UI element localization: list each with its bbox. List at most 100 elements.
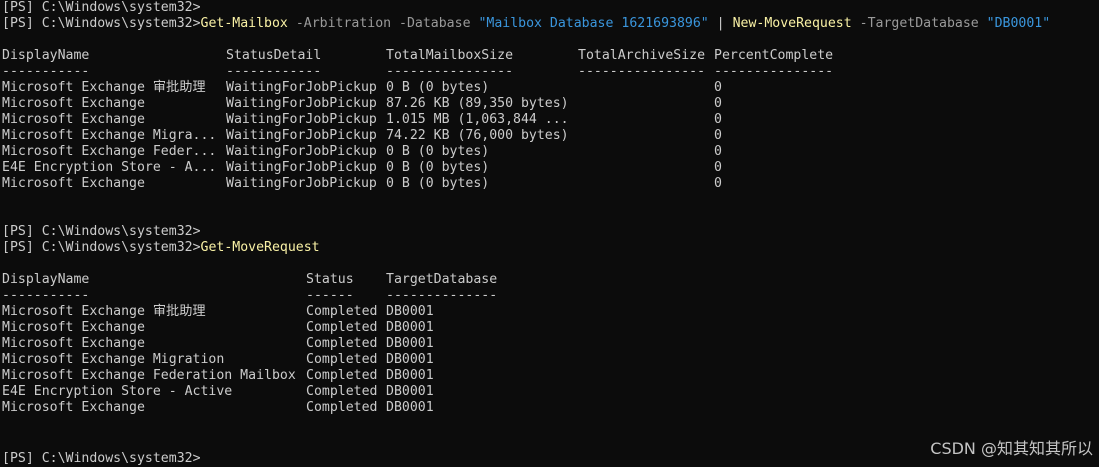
cell-percent-complete: 0 <box>714 112 722 127</box>
prompt-path: C:\Windows\system32> <box>41 16 201 31</box>
cell-display-name: Microsoft Exchange <box>2 176 145 191</box>
ps-tag: [PS] <box>2 224 34 239</box>
cell-status-detail: WaitingForJobPickup <box>226 176 377 191</box>
cell-mailbox-size: 1.015 MB (1,063,844 ... <box>386 112 569 127</box>
cell-display-name: Microsoft Exchange <box>2 400 145 415</box>
table-separator-row: ----------- ------------ ---------------… <box>2 64 854 80</box>
param-targetdatabase: -TargetDatabase <box>859 16 979 31</box>
cell-status: Completed <box>306 304 378 319</box>
column-header: TargetDatabase <box>386 272 498 287</box>
cmdlet-get-moverequest: Get-MoveRequest <box>200 240 320 255</box>
cell-archive-size <box>578 112 714 128</box>
cell-display-name: Microsoft Exchange Migration <box>2 352 225 367</box>
prompt-line: [PS] C:\Windows\system32> <box>2 0 1099 16</box>
arg-target-database: "DB0001" <box>986 16 1051 31</box>
cell-target-database: DB0001 <box>386 336 434 351</box>
command-line-move-request: [PS] C:\Windows\system32>Get-Mailbox -Ar… <box>2 16 1099 32</box>
cell-percent-complete: 0 <box>714 128 722 143</box>
table-row: Microsoft Exchange 审批助理 WaitingForJobPic… <box>2 80 854 96</box>
table-row: Microsoft Exchange 审批助理 Completed DB0001 <box>2 304 526 320</box>
cell-status: Completed <box>306 368 378 383</box>
column-header: TotalMailboxSize <box>386 48 514 63</box>
cell-display-name: Microsoft Exchange 审批助理 <box>2 80 206 95</box>
column-separator: --------------- <box>714 64 834 79</box>
column-separator: ----------- <box>2 64 90 79</box>
command-line-get-moverequest: [PS] C:\Windows\system32>Get-MoveRequest <box>2 240 1099 256</box>
column-separator: -------------- <box>386 288 498 303</box>
cell-display-name: Microsoft Exchange <box>2 336 145 351</box>
cell-target-database: DB0001 <box>386 400 434 415</box>
ps-tag: [PS] <box>2 240 34 255</box>
cell-mailbox-size: 87.26 KB (89,350 bytes) <box>386 96 569 111</box>
table-row: Microsoft Exchange Completed DB0001 <box>2 400 526 416</box>
cell-display-name: Microsoft Exchange Federation Mailbox <box>2 368 296 383</box>
cell-target-database: DB0001 <box>386 304 434 319</box>
column-header: PercentComplete <box>714 48 834 63</box>
param-arbitration: -Arbitration <box>295 16 392 31</box>
cell-display-name: Microsoft Exchange <box>2 112 145 127</box>
ps-tag: [PS] <box>2 0 34 15</box>
cell-status-detail: WaitingForJobPickup <box>226 80 377 95</box>
move-request-output-table: DisplayName StatusDetail TotalMailboxSiz… <box>2 48 854 192</box>
watermark: CSDN @知其知其所以 <box>930 439 1093 458</box>
arg-database-name: "Mailbox Database 1621693896" <box>478 16 709 31</box>
table-header-row: DisplayName StatusDetail TotalMailboxSiz… <box>2 48 854 64</box>
cell-archive-size <box>578 160 714 176</box>
cell-mailbox-size: 0 B (0 bytes) <box>386 144 490 159</box>
move-request-status-table: DisplayName Status TargetDatabase ------… <box>2 272 526 416</box>
prompt-path: C:\Windows\system32> <box>41 240 201 255</box>
cell-mailbox-size: 0 B (0 bytes) <box>386 80 490 95</box>
cell-status: Completed <box>306 336 378 351</box>
cell-display-name: Microsoft Exchange 审批助理 <box>2 304 206 319</box>
cell-display-name: E4E Encryption Store - A... <box>2 160 217 175</box>
cmdlet-new-moverequest: New-MoveRequest <box>732 16 852 31</box>
cell-display-name: Microsoft Exchange Feder... <box>2 144 217 159</box>
column-separator: ------ <box>306 288 354 303</box>
text-cursor <box>201 448 209 462</box>
cell-status-detail: WaitingForJobPickup <box>226 112 377 127</box>
terminal-window[interactable]: [PS] C:\Windows\system32> [PS] C:\Window… <box>2 0 1099 467</box>
cell-status-detail: WaitingForJobPickup <box>226 128 377 143</box>
cell-percent-complete: 0 <box>714 144 722 159</box>
prompt-path: C:\Windows\system32> <box>41 451 201 466</box>
table-header-row: DisplayName Status TargetDatabase <box>2 272 526 288</box>
cmdlet-get-mailbox: Get-Mailbox <box>200 16 288 31</box>
cell-status: Completed <box>306 320 378 335</box>
cell-display-name: Microsoft Exchange <box>2 96 145 111</box>
cell-percent-complete: 0 <box>714 176 722 191</box>
table-row: Microsoft Exchange WaitingForJobPickup 8… <box>2 96 854 112</box>
pipe-operator: | <box>716 16 725 31</box>
column-header: StatusDetail <box>226 48 322 63</box>
cell-status-detail: WaitingForJobPickup <box>226 160 377 175</box>
cell-archive-size <box>578 96 714 112</box>
cell-target-database: DB0001 <box>386 352 434 367</box>
cell-percent-complete: 0 <box>714 96 722 111</box>
table-row: E4E Encryption Store - Active Completed … <box>2 384 526 400</box>
column-header: DisplayName <box>2 272 90 287</box>
table-row: Microsoft Exchange Feder... WaitingForJo… <box>2 144 854 160</box>
column-header: DisplayName <box>2 48 90 63</box>
ps-tag: [PS] <box>2 16 34 31</box>
cell-mailbox-size: 74.22 KB (76,000 bytes) <box>386 128 569 143</box>
table-separator-row: ----------- ------ -------------- <box>2 288 526 304</box>
column-separator: ------------ <box>226 64 322 79</box>
column-separator: ---------------- <box>386 64 514 79</box>
cell-display-name: Microsoft Exchange Migra... <box>2 128 217 143</box>
table-row: E4E Encryption Store - A... WaitingForJo… <box>2 160 854 176</box>
cell-archive-size <box>578 144 714 160</box>
table-row: Microsoft Exchange Migration Completed D… <box>2 352 526 368</box>
cell-mailbox-size: 0 B (0 bytes) <box>386 176 490 191</box>
table-row: Microsoft Exchange Completed DB0001 <box>2 336 526 352</box>
prompt-path: C:\Windows\system32> <box>41 224 201 239</box>
prompt-line: [PS] C:\Windows\system32> <box>2 224 1099 240</box>
cell-status: Completed <box>306 384 378 399</box>
cell-status-detail: WaitingForJobPickup <box>226 96 377 111</box>
cell-archive-size <box>578 176 714 192</box>
cell-mailbox-size: 0 B (0 bytes) <box>386 160 490 175</box>
cell-status-detail: WaitingForJobPickup <box>226 144 377 159</box>
